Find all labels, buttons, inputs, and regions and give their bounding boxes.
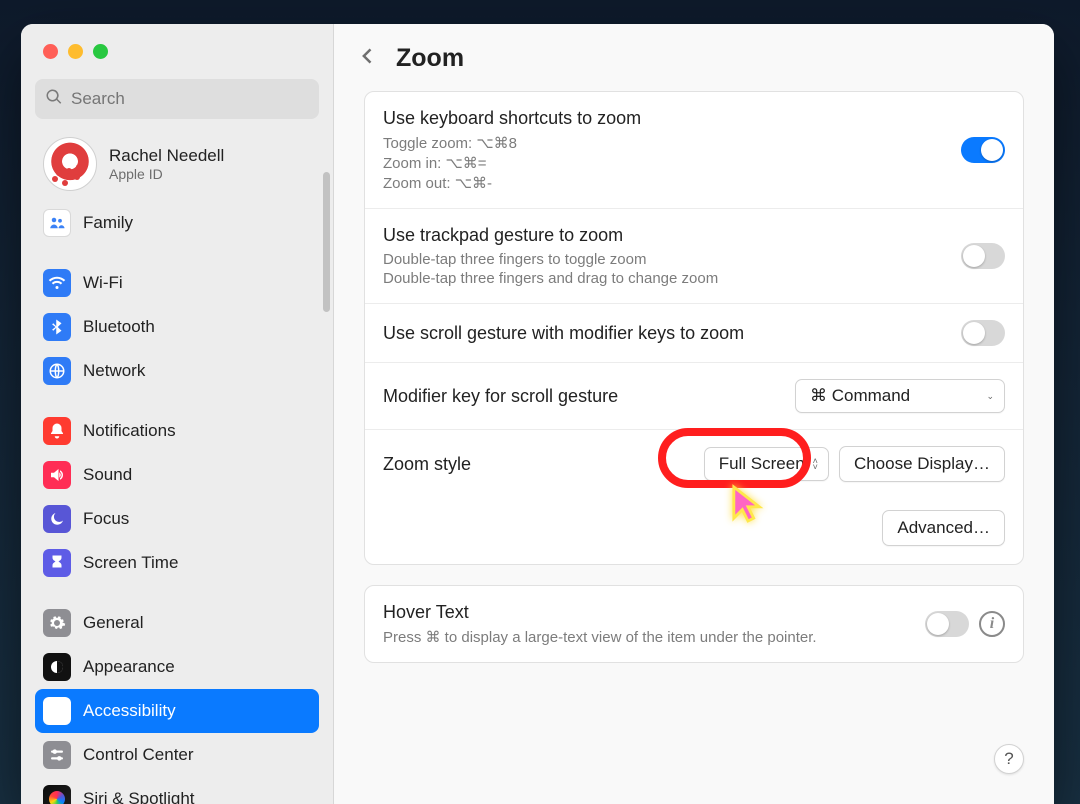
row-modifier-key: Modifier key for scroll gesture ⌘ Comman… (365, 362, 1023, 429)
bell-icon (43, 417, 71, 445)
titlebar: Zoom (334, 24, 1054, 91)
fullscreen-window-button[interactable] (93, 44, 108, 59)
sidebar-item-label: Sound (83, 465, 132, 485)
sidebar-item-label: Focus (83, 509, 129, 529)
sidebar-item-label: Accessibility (83, 701, 176, 721)
family-icon (43, 209, 71, 237)
account-name: Rachel Needell (109, 146, 224, 166)
info-icon[interactable]: i (979, 611, 1005, 637)
sidebar-item-appearance[interactable]: Appearance (35, 645, 319, 689)
sidebar-item-label: Family (83, 213, 133, 233)
bluetooth-icon (43, 313, 71, 341)
sidebar-scrollbar[interactable] (323, 172, 330, 312)
row-label: Use keyboard shortcuts to zoom (383, 108, 641, 129)
appearance-icon (43, 653, 71, 681)
sidebar-item-label: Appearance (83, 657, 175, 677)
sidebar-item-control-center[interactable]: Control Center (35, 733, 319, 777)
sidebar-item-label: Siri & Spotlight (83, 789, 195, 804)
scroll-gesture-toggle[interactable] (961, 320, 1005, 346)
row-label: Hover Text (383, 602, 817, 623)
row-trackpad-gesture: Use trackpad gesture to zoom Double-tap … (365, 208, 1023, 303)
row-sub: Double-tap three fingers and drag to cha… (383, 270, 718, 287)
sliders-icon (43, 741, 71, 769)
advanced-button[interactable]: Advanced… (882, 510, 1005, 546)
wifi-icon (43, 269, 71, 297)
sidebar-item-label: Bluetooth (83, 317, 155, 337)
sidebar-item-label: Notifications (83, 421, 176, 441)
row-sub: Zoom out: ⌥⌘- (383, 174, 641, 192)
network-icon (43, 357, 71, 385)
sidebar-item-notifications[interactable]: Notifications (35, 409, 319, 453)
speaker-icon (43, 461, 71, 489)
sidebar-item-sound[interactable]: Sound (35, 453, 319, 497)
sidebar-item-family[interactable]: Family (35, 201, 319, 245)
sidebar-item-wifi[interactable]: Wi-Fi (35, 261, 319, 305)
sidebar-item-label: Network (83, 361, 145, 381)
sidebar-item-label: General (83, 613, 143, 633)
sidebar-item-general[interactable]: General (35, 601, 319, 645)
chevron-updown-icon: ˄˅ (813, 458, 818, 470)
search-icon (45, 88, 63, 111)
row-sub: Zoom in: ⌥⌘= (383, 154, 641, 172)
select-value: Full Screen (719, 454, 805, 474)
siri-icon (43, 785, 71, 804)
sidebar-item-accessibility[interactable]: Accessibility (35, 689, 319, 733)
sidebar-item-screen-time[interactable]: Screen Time (35, 541, 319, 585)
modifier-key-select[interactable]: ⌘ Command ⌄ (795, 379, 1005, 413)
row-keyboard-shortcuts: Use keyboard shortcuts to zoom Toggle zo… (365, 92, 1023, 208)
hover-text-card: Hover Text Press ⌘ to display a large-te… (364, 585, 1024, 663)
row-sub: Press ⌘ to display a large-text view of … (383, 628, 817, 646)
row-advanced: Advanced… (365, 498, 1023, 564)
hourglass-icon (43, 549, 71, 577)
choose-display-button[interactable]: Choose Display… (839, 446, 1005, 482)
sidebar-item-label: Control Center (83, 745, 194, 765)
back-button[interactable] (358, 44, 378, 73)
gear-icon (43, 609, 71, 637)
row-label: Use trackpad gesture to zoom (383, 225, 718, 246)
keyboard-shortcuts-toggle[interactable] (961, 137, 1005, 163)
row-zoom-style: Zoom style Full Screen ˄˅ Choose Display… (365, 429, 1023, 498)
account-sub: Apple ID (109, 166, 224, 182)
sidebar-item-label: Screen Time (83, 553, 178, 573)
sidebar-item-focus[interactable]: Focus (35, 497, 319, 541)
search-input[interactable] (71, 89, 309, 109)
row-label: Zoom style (383, 454, 471, 475)
help-button[interactable]: ? (994, 744, 1024, 774)
zoom-style-select[interactable]: Full Screen ˄˅ (704, 447, 829, 481)
row-label: Modifier key for scroll gesture (383, 386, 618, 407)
trackpad-gesture-toggle[interactable] (961, 243, 1005, 269)
sidebar-item-network[interactable]: Network (35, 349, 319, 393)
minimize-window-button[interactable] (68, 44, 83, 59)
sidebar-list: Rachel Needell Apple ID Family Wi-Fi (21, 133, 333, 804)
sidebar-item-apple-id[interactable]: Rachel Needell Apple ID (35, 133, 319, 195)
sidebar-item-label: Wi-Fi (83, 273, 123, 293)
row-scroll-gesture: Use scroll gesture with modifier keys to… (365, 303, 1023, 362)
settings-window: Rachel Needell Apple ID Family Wi-Fi (21, 24, 1054, 804)
zoom-settings-card: Use keyboard shortcuts to zoom Toggle zo… (364, 91, 1024, 565)
sidebar: Rachel Needell Apple ID Family Wi-Fi (21, 24, 334, 804)
moon-icon (43, 505, 71, 533)
main-pane: Zoom Use keyboard shortcuts to zoom Togg… (334, 24, 1054, 804)
search-input-wrap[interactable] (35, 79, 319, 119)
sidebar-item-siri-spotlight[interactable]: Siri & Spotlight (35, 777, 319, 804)
accessibility-icon (43, 697, 71, 725)
sidebar-item-bluetooth[interactable]: Bluetooth (35, 305, 319, 349)
select-value: ⌘ Command (810, 386, 910, 406)
page-title: Zoom (396, 44, 464, 73)
row-sub: Double-tap three fingers to toggle zoom (383, 251, 718, 268)
close-window-button[interactable] (43, 44, 58, 59)
avatar (43, 137, 97, 191)
row-label: Use scroll gesture with modifier keys to… (383, 323, 744, 344)
row-hover-text: Hover Text Press ⌘ to display a large-te… (365, 586, 1023, 662)
hover-text-toggle[interactable] (925, 611, 969, 637)
row-sub: Toggle zoom: ⌥⌘8 (383, 134, 641, 152)
window-controls (21, 24, 333, 59)
chevron-down-icon: ⌄ (986, 393, 994, 399)
